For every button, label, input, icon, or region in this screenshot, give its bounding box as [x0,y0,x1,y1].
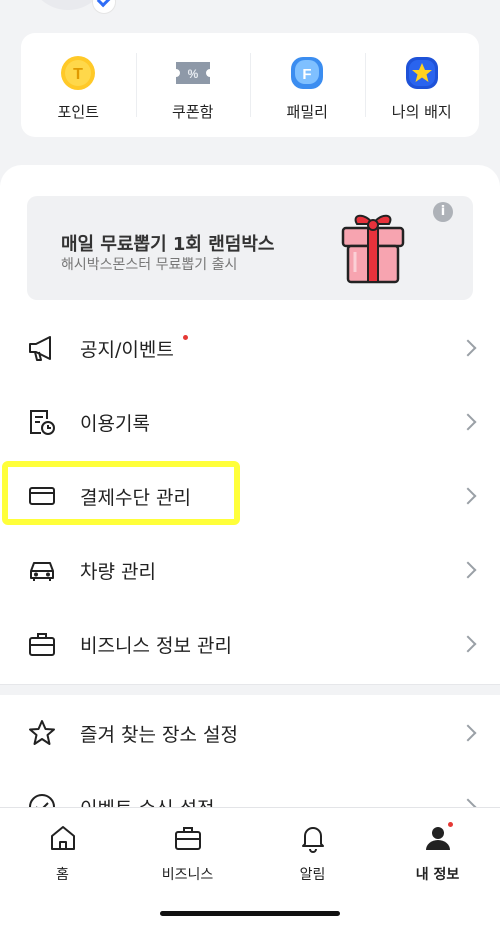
menu-item-label: 비즈니스 정보 관리 [80,634,232,657]
home-icon [47,822,79,854]
chevron-right-icon [459,724,477,742]
menu-item-usage-history[interactable]: 이용기록 [0,385,500,459]
menu-item-label: 차량 관리 [80,560,156,583]
family-icon: F [287,53,327,93]
point-coin-icon: T [58,53,98,93]
history-icon [26,406,58,438]
quick-item-label: 나의 배지 [391,103,452,121]
bottom-tab-bar: 홈 비즈니스 알림 내 정보 [0,807,500,928]
coupon-icon: % [173,53,213,93]
info-icon[interactable]: i [433,202,453,222]
briefcase-icon [26,628,58,660]
banner-title: 매일 무료뽑기 1회 랜덤박스 [61,234,275,255]
home-indicator [160,911,340,916]
annotation-highlight [2,461,240,525]
tab-label: 비즈니스 [161,867,214,883]
svg-text:%: % [187,67,198,81]
chevron-right-icon [459,635,477,653]
gift-box-icon [341,214,405,284]
menu-item-notice-event[interactable]: 공지/이벤트 [0,311,500,385]
car-icon [26,554,58,586]
menu-item-favorite-places[interactable]: 즐겨 찾는 장소 설정 [0,696,500,770]
new-notification-dot [183,335,188,340]
menu-item-vehicle[interactable]: 차량 관리 [0,533,500,607]
tab-my-info[interactable]: 내 정보 [375,808,500,928]
svg-text:T: T [73,66,83,83]
star-icon [26,717,58,749]
menu-item-label: 이용기록 [80,412,150,435]
briefcase-icon [172,822,204,854]
tab-home[interactable]: 홈 [0,808,125,928]
section-divider [0,684,500,695]
quick-item-point[interactable]: T 포인트 [21,33,136,137]
chevron-right-icon [459,487,477,505]
new-notification-dot [448,822,453,827]
bell-icon [297,822,329,854]
chevron-right-icon [459,413,477,431]
badge-star-icon [402,53,442,93]
chevron-right-icon [459,339,477,357]
tab-label: 내 정보 [415,867,460,883]
tab-label: 알림 [299,867,326,883]
menu-item-label: 즐겨 찾는 장소 설정 [80,723,238,746]
quick-item-label: 패밀리 [286,103,328,121]
megaphone-icon [26,332,58,364]
banner-subtitle: 해시박스몬스터 무료뽑기 출시 [61,257,238,273]
tab-notifications[interactable]: 알림 [250,808,375,928]
chevron-right-icon [459,561,477,579]
quick-item-my-badge[interactable]: 나의 배지 [364,33,480,137]
menu-item-label: 공지/이벤트 [80,338,174,361]
verified-badge-icon [92,0,116,14]
quick-item-label: 포인트 [57,103,99,121]
quick-item-family[interactable]: F 패밀리 [250,33,365,137]
tab-business[interactable]: 비즈니스 [125,808,250,928]
quick-item-coupon[interactable]: % 쿠폰함 [135,33,251,137]
quick-item-label: 쿠폰함 [172,103,214,121]
random-box-banner[interactable]: 매일 무료뽑기 1회 랜덤박스 해시박스몬스터 무료뽑기 출시 i [27,196,473,300]
menu-item-business-info[interactable]: 비즈니스 정보 관리 [0,607,500,681]
svg-text:F: F [303,66,312,83]
tab-label: 홈 [56,867,69,883]
quick-menu-card: T 포인트 % 쿠폰함 F 패밀리 나의 배지 [21,33,479,137]
